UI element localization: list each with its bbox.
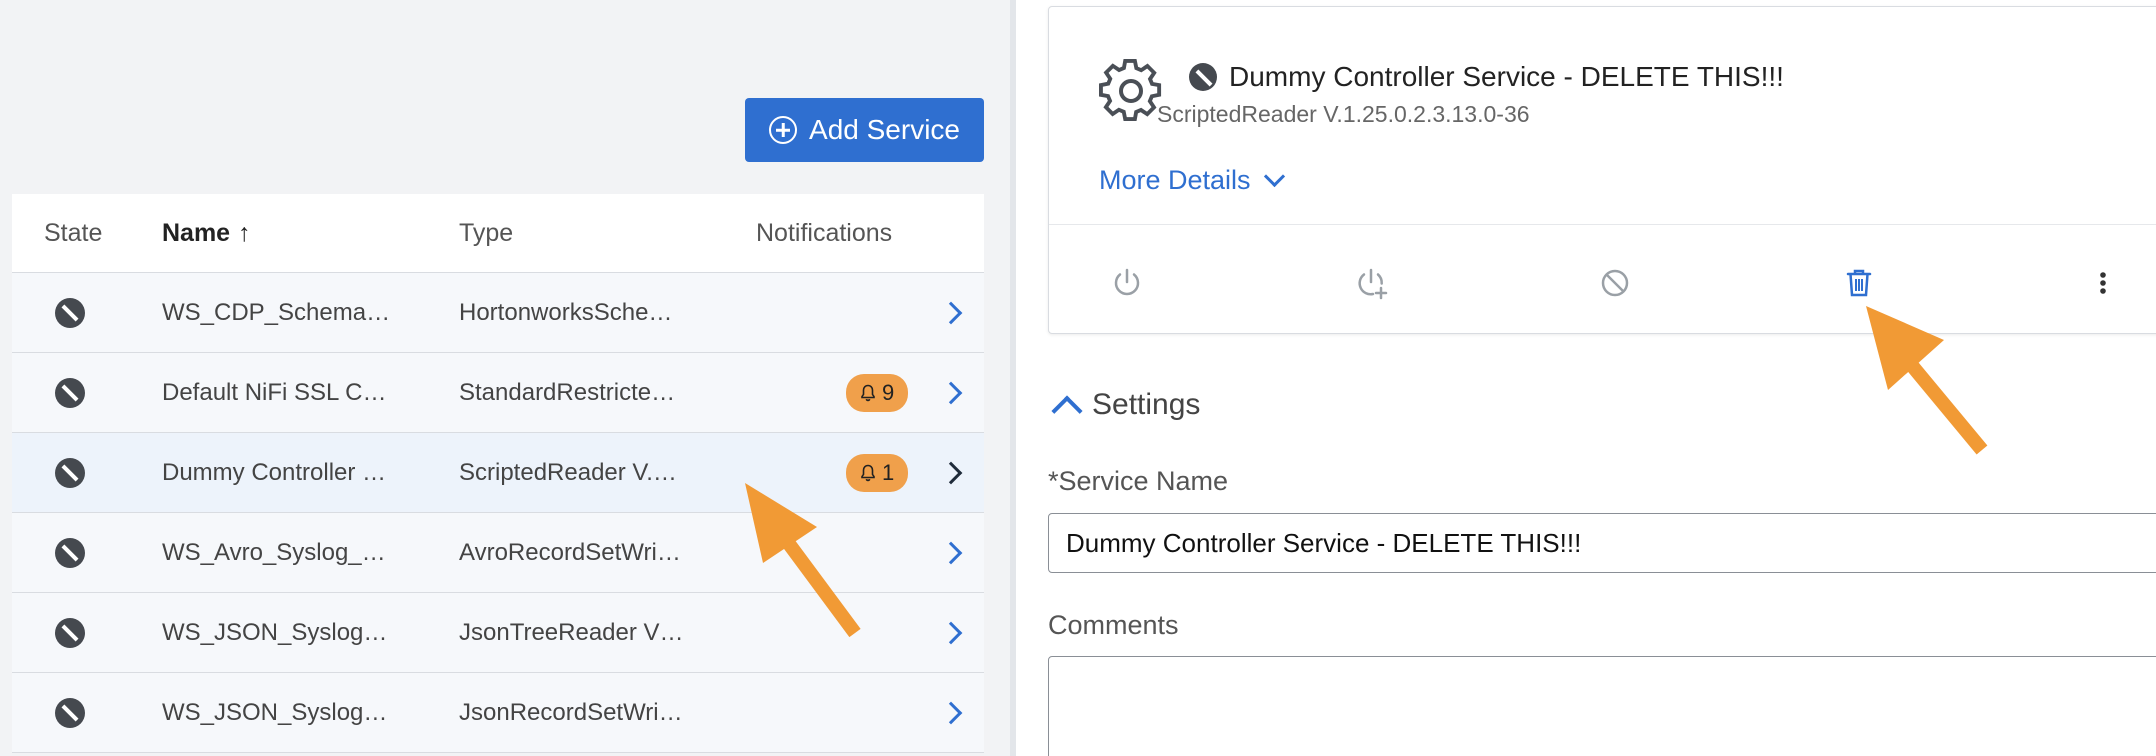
- disabled-state-icon: [55, 297, 85, 328]
- disabled-state-icon: [55, 697, 85, 728]
- table-row[interactable]: WS_CDP_Schema… HortonworksSche…: [12, 273, 984, 353]
- annotation-arrow-icon: [745, 483, 861, 638]
- row-type: AvroRecordSetWri…: [459, 538, 681, 566]
- annotation-arrow-icon: [1866, 306, 1988, 455]
- row-notifications: 9: [756, 373, 931, 412]
- notification-count: 1: [882, 459, 895, 485]
- chevron-down-icon: [1263, 165, 1285, 188]
- services-list-panel: Add Service State Name ↑ Type Notificatio…: [0, 0, 1010, 756]
- header-name-label: Name: [162, 218, 231, 247]
- service-name-input[interactable]: Dummy Controller Service - DELETE THIS!!…: [1048, 513, 2156, 573]
- add-service-label: Add Service: [809, 114, 960, 145]
- row-name: WS_JSON_Syslog…: [162, 618, 388, 646]
- plus-circle-icon: [769, 116, 798, 144]
- row-type: JsonTreeReader V…: [459, 618, 684, 646]
- more-vertical-icon[interactable]: [2085, 265, 2121, 301]
- row-type: ScriptedReader V.…: [459, 458, 677, 486]
- power-icon[interactable]: [1109, 265, 1145, 301]
- service-header-card: Dummy Controller Service - DELETE THIS!!…: [1048, 6, 2156, 334]
- comments-label: Comments: [1048, 610, 1179, 640]
- chevron-right-icon[interactable]: [939, 701, 963, 724]
- row-type: StandardRestricte…: [459, 378, 676, 406]
- disabled-state-icon: [55, 457, 85, 488]
- row-type: HortonworksSche…: [459, 298, 673, 326]
- more-details-label: More Details: [1099, 165, 1251, 195]
- chevron-right-icon[interactable]: [939, 301, 963, 324]
- disabled-state-icon: [55, 537, 85, 568]
- service-name-value: Dummy Controller Service - DELETE THIS!!…: [1066, 527, 1582, 558]
- service-title-text: Dummy Controller Service - DELETE THIS!!…: [1229, 61, 1784, 92]
- bell-icon: [861, 384, 875, 401]
- service-subtitle: ScriptedReader V.1.25.0.2.3.13.0-36: [1157, 101, 1530, 127]
- header-type[interactable]: Type: [459, 219, 756, 248]
- services-table: State Name ↑ Type Notifications WS_CDP_Sc…: [12, 194, 984, 753]
- app-root: Add Service State Name ↑ Type Notificatio…: [0, 0, 2156, 756]
- table-header: State Name ↑ Type Notifications: [12, 194, 984, 273]
- disabled-state-icon: [1189, 63, 1217, 91]
- comments-textarea[interactable]: [1048, 656, 2156, 756]
- gear-icon: [1099, 59, 1162, 122]
- row-name: WS_JSON_Syslog…: [162, 698, 388, 726]
- chevron-right-icon[interactable]: [939, 381, 963, 404]
- header-state[interactable]: State: [12, 219, 162, 248]
- chevron-right-icon[interactable]: [939, 621, 963, 644]
- power-plus-icon[interactable]: [1353, 265, 1389, 301]
- header-name[interactable]: Name ↑: [162, 219, 459, 248]
- service-name-label: *Service Name: [1048, 466, 1229, 496]
- notification-count: 9: [882, 379, 895, 405]
- chevron-right-icon[interactable]: [939, 541, 963, 564]
- add-service-button[interactable]: Add Service: [745, 98, 984, 162]
- row-name: Default NiFi SSL C…: [162, 378, 387, 406]
- row-name: WS_Avro_Syslog_…: [162, 538, 386, 566]
- disabled-state-icon: [55, 377, 85, 408]
- header-notifications[interactable]: Notifications: [756, 219, 931, 248]
- card-divider: [1049, 224, 2156, 225]
- disabled-state-icon: [55, 617, 85, 648]
- sort-up-icon: ↑: [238, 218, 251, 247]
- service-detail-panel: Dummy Controller Service - DELETE THIS!!…: [1016, 0, 2156, 756]
- notification-badge[interactable]: 9: [846, 373, 909, 412]
- chevron-right-icon[interactable]: [939, 461, 963, 484]
- table-row[interactable]: WS_JSON_Syslog… JsonRecordSetWri…: [12, 673, 984, 753]
- settings-heading: Settings: [1092, 388, 1201, 421]
- chevron-up-icon: [1051, 395, 1083, 427]
- service-title: Dummy Controller Service - DELETE THIS!!…: [1189, 61, 1814, 93]
- table-row[interactable]: Default NiFi SSL C… StandardRestricte… 9: [12, 353, 984, 433]
- row-type: JsonRecordSetWri…: [459, 698, 683, 726]
- more-details-toggle[interactable]: More Details: [1099, 165, 1285, 196]
- disable-icon[interactable]: [1597, 265, 1633, 301]
- settings-section-toggle[interactable]: Settings: [1051, 388, 1201, 427]
- row-name: WS_CDP_Schema…: [162, 298, 391, 326]
- row-name: Dummy Controller …: [162, 458, 387, 486]
